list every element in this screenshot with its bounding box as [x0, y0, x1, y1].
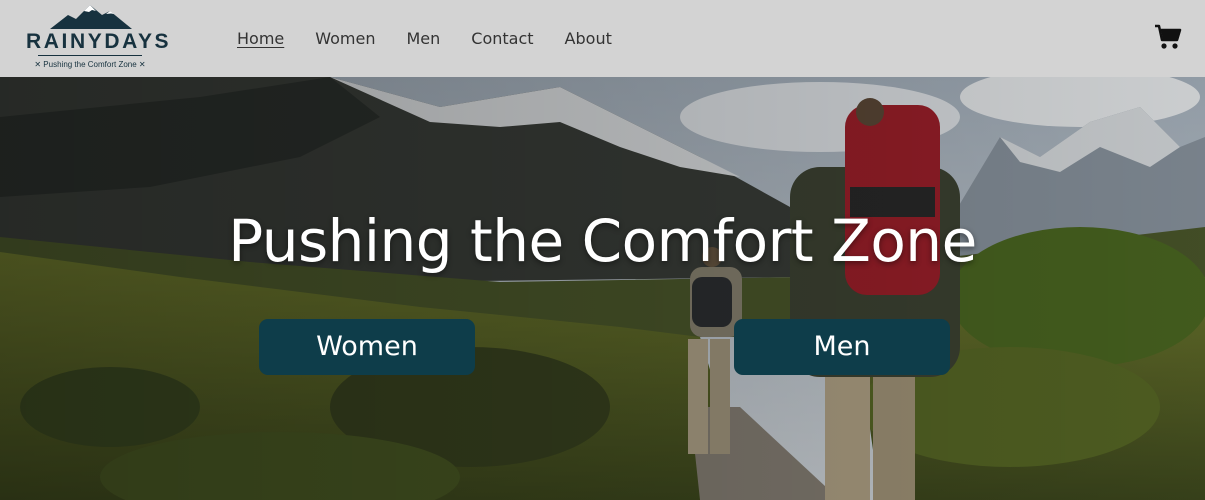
main-nav: Home Women Men Contact About	[237, 29, 643, 49]
logo-wordmark: RAINYDAYS	[26, 30, 172, 53]
shop-men-button[interactable]: Men	[734, 319, 950, 375]
mountain-logo-icon	[50, 5, 132, 29]
nav-contact-link[interactable]: Contact	[471, 29, 533, 49]
logo-divider	[38, 55, 142, 56]
nav-men-link[interactable]: Men	[407, 29, 441, 49]
hero-background-image	[0, 77, 1205, 500]
hero-title: Pushing the Comfort Zone	[228, 207, 977, 275]
rainydays-logo[interactable]: RAINYDAYS ✕ Pushing the Comfort Zone ✕	[24, 3, 172, 73]
shopping-cart-icon[interactable]	[1154, 24, 1182, 50]
logo-tagline: ✕ Pushing the Comfort Zone ✕	[34, 60, 146, 69]
nav-women-link[interactable]: Women	[315, 29, 375, 49]
shop-women-button[interactable]: Women	[259, 319, 475, 375]
site-header: RAINYDAYS ✕ Pushing the Comfort Zone ✕ H…	[0, 0, 1205, 77]
nav-about-link[interactable]: About	[565, 29, 612, 49]
nav-home-link[interactable]: Home	[237, 29, 284, 49]
hero-banner: Pushing the Comfort Zone Women Men	[0, 77, 1205, 500]
